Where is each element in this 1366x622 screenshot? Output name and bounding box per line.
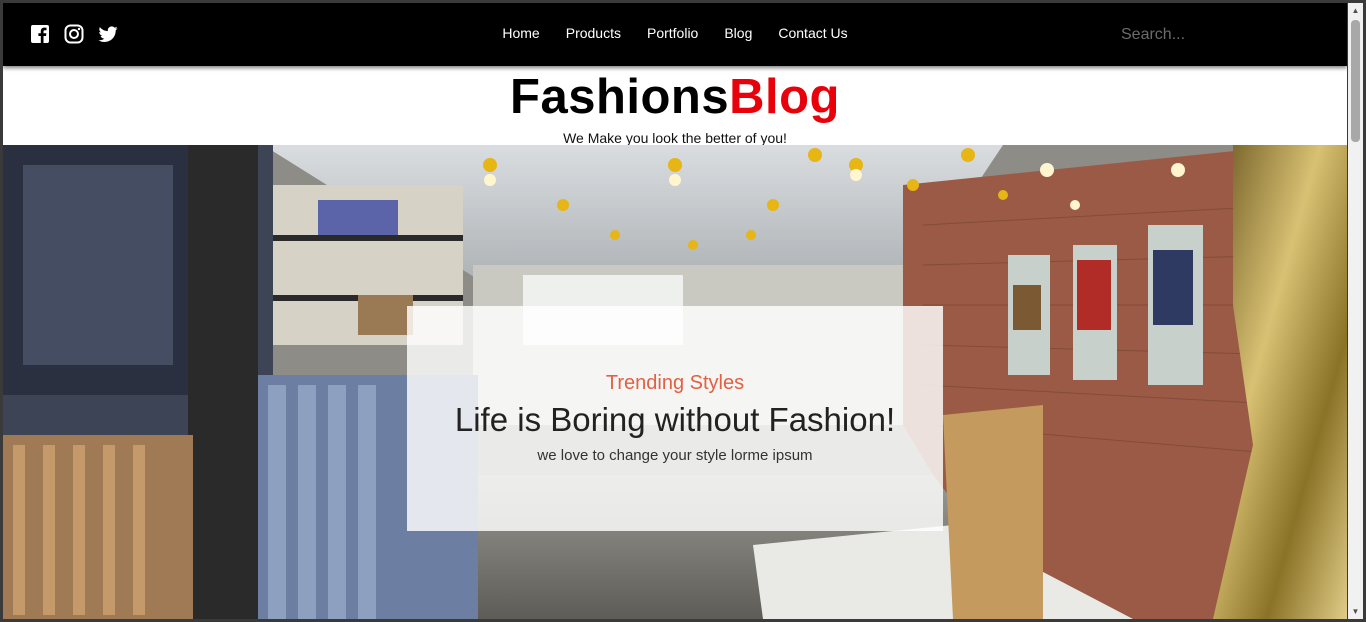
- browser-viewport: Home Products Portfolio Blog Contact Us Fash…: [3, 3, 1347, 619]
- page-scrollbar[interactable]: ▲ ▼: [1348, 3, 1363, 619]
- nav-portfolio[interactable]: Portfolio: [647, 25, 698, 41]
- logo-blog: Blog: [729, 70, 840, 124]
- nav-products[interactable]: Products: [566, 25, 621, 41]
- top-navbar: Home Products Portfolio Blog Contact Us: [3, 3, 1347, 66]
- nav-contact-us[interactable]: Contact Us: [778, 25, 847, 41]
- hero-card: Trending Styles Life is Boring without F…: [407, 306, 943, 531]
- site-tagline: We Make you look the better of you!: [563, 130, 787, 146]
- hero-kicker: Trending Styles: [605, 372, 745, 394]
- scrollbar-thumb[interactable]: [1351, 20, 1360, 142]
- hero-headline: Life is Boring without Fashion!: [454, 401, 896, 438]
- scroll-down-arrow-icon[interactable]: ▼: [1348, 604, 1363, 619]
- logo-fashions: Fashions: [510, 70, 730, 124]
- hero-subtext: we love to change your style lorme ipsum: [537, 447, 813, 464]
- nav-home[interactable]: Home: [502, 25, 539, 41]
- search-input[interactable]: [1119, 21, 1313, 49]
- site-header: FashionsBlog We Make you look the better…: [3, 67, 1347, 146]
- scroll-up-arrow-icon[interactable]: ▲: [1348, 3, 1363, 18]
- nav-blog[interactable]: Blog: [724, 25, 752, 41]
- hero-banner: Trending Styles Life is Boring without F…: [3, 145, 1347, 619]
- site-logo[interactable]: FashionsBlog: [3, 72, 1347, 122]
